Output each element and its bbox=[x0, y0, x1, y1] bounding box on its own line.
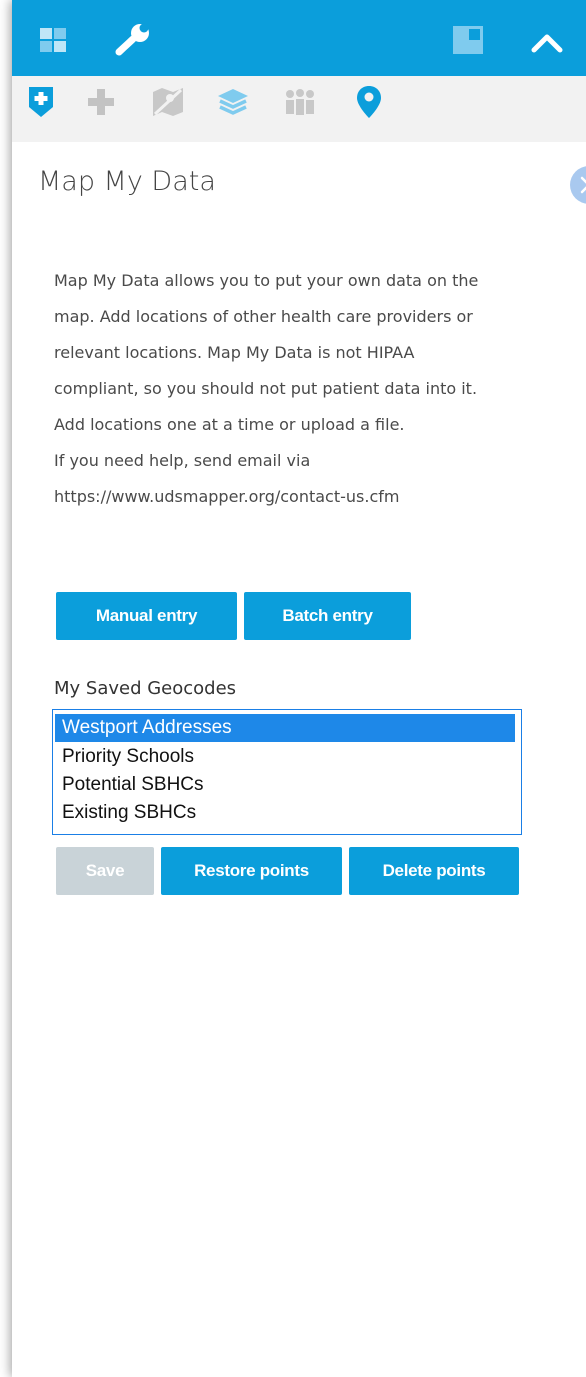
restore-points-button[interactable]: Restore points bbox=[161, 847, 342, 895]
batch-entry-button[interactable]: Batch entry bbox=[244, 592, 411, 640]
close-icon bbox=[580, 176, 586, 194]
list-item[interactable]: Potential SBHCs bbox=[55, 771, 515, 799]
list-item[interactable]: Westport Addresses bbox=[55, 714, 515, 742]
save-button[interactable]: Save bbox=[56, 847, 154, 895]
description-line: compliant, so you should not put patient… bbox=[54, 379, 478, 398]
description-line: relevant locations. Map My Data is not H… bbox=[54, 343, 415, 362]
close-button[interactable] bbox=[570, 166, 586, 204]
wrench-icon[interactable] bbox=[115, 22, 153, 60]
description-line: If you need help, send email via bbox=[54, 451, 311, 470]
description-line: map. Add locations of other health care … bbox=[54, 307, 473, 326]
layers-icon[interactable] bbox=[218, 89, 248, 119]
grid-icon[interactable] bbox=[40, 28, 66, 56]
chevron-up-icon[interactable] bbox=[531, 33, 563, 57]
map-pin-icon[interactable] bbox=[357, 86, 381, 122]
map-icon[interactable] bbox=[153, 88, 183, 120]
list-item[interactable]: Existing SBHCs bbox=[55, 799, 515, 827]
saved-geocodes-label: My Saved Geocodes bbox=[54, 678, 237, 699]
help-url: https://www.udsmapper.org/contact-us.cfm bbox=[54, 487, 400, 506]
window-icon[interactable] bbox=[453, 26, 483, 58]
description-line: Add locations one at a time or upload a … bbox=[54, 415, 405, 434]
plus-icon[interactable] bbox=[88, 89, 114, 119]
saved-geocodes-listbox[interactable]: Westport Addresses Priority Schools Pote… bbox=[52, 709, 522, 835]
description-line: Map My Data allows you to put your own d… bbox=[54, 271, 479, 290]
list-item[interactable]: Priority Schools bbox=[55, 743, 515, 771]
delete-points-button[interactable]: Delete points bbox=[349, 847, 519, 895]
people-icon[interactable] bbox=[284, 89, 316, 119]
top-bar bbox=[12, 0, 586, 76]
description: Map My Data allows you to put your own d… bbox=[54, 263, 564, 515]
manual-entry-button[interactable]: Manual entry bbox=[56, 592, 237, 640]
map-my-data-panel: Map My Data Map My Data allows you to pu… bbox=[12, 0, 586, 1377]
page-title: Map My Data bbox=[38, 166, 216, 197]
tool-bar bbox=[12, 76, 586, 142]
shield-plus-icon[interactable] bbox=[29, 87, 53, 121]
